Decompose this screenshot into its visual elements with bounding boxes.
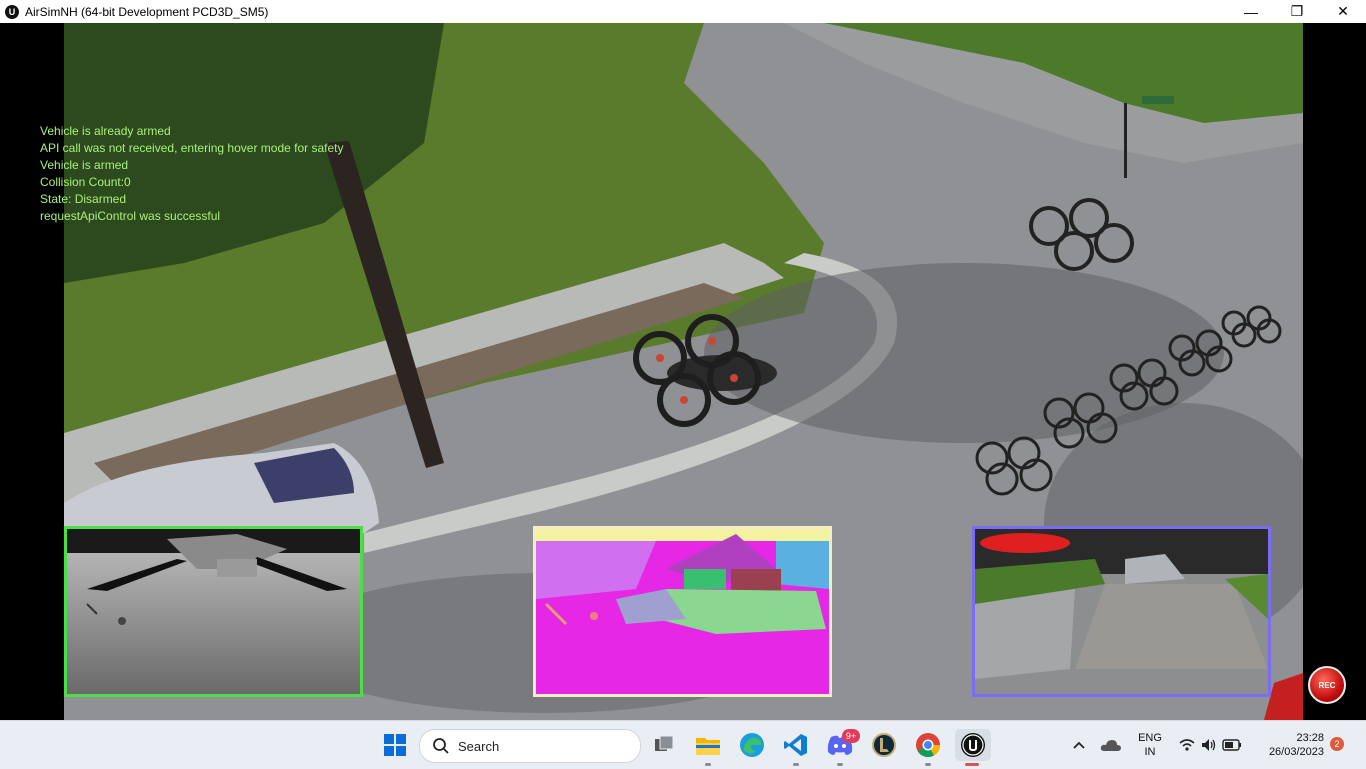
window-title-bar[interactable]: U AirSimNH (64-bit Development PCD3D_SM5…	[0, 0, 1366, 23]
minimize-button[interactable]: —	[1228, 0, 1274, 23]
file-explorer-icon[interactable]	[692, 729, 724, 761]
unreal-engine-icon[interactable]	[955, 729, 991, 761]
clock[interactable]: 23:28 26/03/2023	[1252, 731, 1324, 759]
discord-badge: 9+	[842, 729, 860, 743]
language-code: ENG	[1138, 732, 1162, 744]
scene-camera-subwindow	[972, 526, 1271, 697]
debug-message: Collision Count:0	[40, 175, 131, 189]
running-indicator	[705, 763, 711, 766]
edge-icon[interactable]	[736, 729, 768, 761]
notification-badge[interactable]: 2	[1330, 737, 1344, 751]
search-label: Search	[458, 738, 500, 754]
task-view-icon[interactable]	[648, 729, 680, 761]
window-title: AirSimNH (64-bit Development PCD3D_SM5)	[25, 4, 269, 19]
maximize-button[interactable]: ❐	[1274, 0, 1320, 23]
close-button[interactable]: ✕	[1320, 0, 1366, 23]
chevron-up-icon[interactable]	[1066, 729, 1092, 761]
debug-message: API call was not received, entering hove…	[40, 141, 344, 155]
unreal-app-icon: U	[5, 4, 19, 19]
clock-time: 23:28	[1296, 732, 1324, 744]
search-icon	[433, 738, 449, 754]
record-button[interactable]: REC	[1308, 666, 1346, 704]
active-indicator	[965, 763, 979, 766]
debug-message-log: Vehicle is already armed API call was no…	[40, 123, 344, 225]
depth-camera-subwindow	[64, 526, 363, 697]
taskbar-search-box[interactable]: Search	[419, 729, 641, 763]
running-indicator	[925, 763, 931, 766]
wifi-volume-battery-icons	[1179, 739, 1241, 751]
running-indicator	[837, 763, 843, 766]
chrome-icon[interactable]	[912, 729, 944, 761]
windows-start-icon[interactable]	[379, 729, 411, 761]
running-indicator	[793, 763, 799, 766]
league-icon[interactable]	[868, 729, 900, 761]
keyboard-region: IN	[1144, 746, 1156, 758]
language-indicator[interactable]: ENG IN	[1134, 731, 1166, 759]
quick-settings[interactable]	[1176, 729, 1246, 761]
simulation-viewport[interactable]: Vehicle is already armed API call was no…	[0, 23, 1366, 720]
segmentation-camera-subwindow	[533, 526, 832, 697]
onedrive-cloud-icon[interactable]	[1098, 729, 1124, 761]
debug-message: Vehicle is already armed	[40, 124, 171, 138]
debug-message: Vehicle is armed	[40, 158, 129, 172]
clock-date: 26/03/2023	[1268, 746, 1324, 758]
vscode-icon[interactable]	[780, 729, 812, 761]
debug-message: State: Disarmed	[40, 192, 127, 206]
windows-taskbar: Search 9+ ENG IN 23:28 26/03/2023 2	[0, 720, 1366, 769]
debug-message: requestApiControl was successful	[40, 209, 221, 223]
